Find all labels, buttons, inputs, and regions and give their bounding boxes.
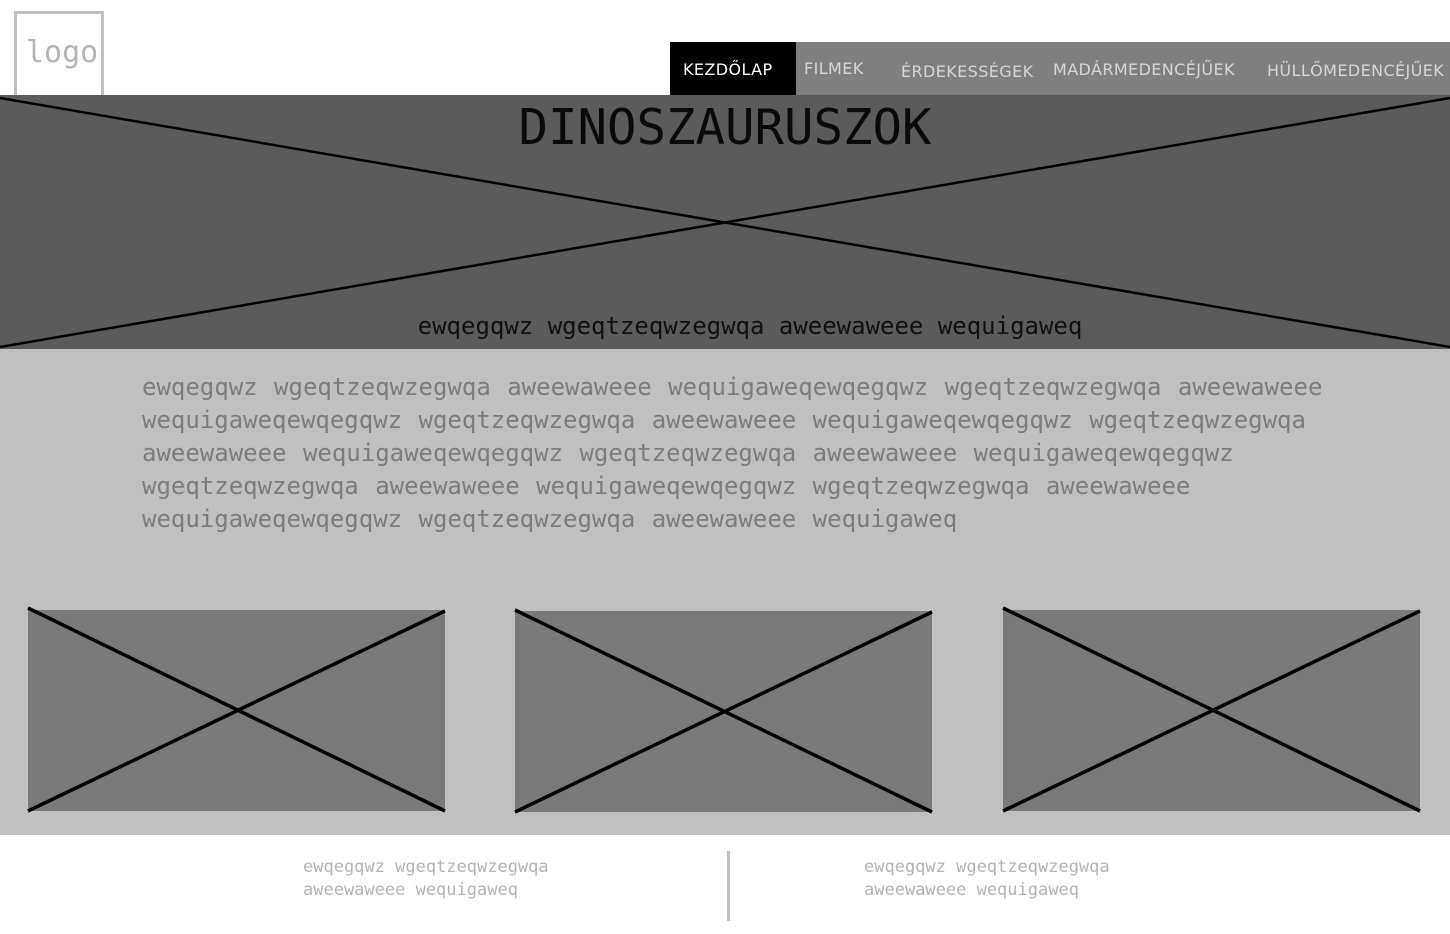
logo-text: logo: [26, 35, 99, 70]
nav-item-label: ÉRDEKESSÉGEK: [901, 62, 1034, 81]
placeholder-cross-icon: [1002, 606, 1421, 813]
image-placeholder-1: [27, 606, 446, 813]
main-nav: KEZDŐLAP FILMEK ÉRDEKESSÉGEK MADÁRMEDENC…: [670, 42, 1450, 95]
nav-item-erdekessegek[interactable]: ÉRDEKESSÉGEK: [892, 42, 1044, 95]
footer-text-right: ewqegqwz wgeqtzeqwzegwqa aweewaweee wequ…: [864, 857, 1110, 900]
placeholder-cross-icon: [27, 606, 446, 813]
nav-item-madarmedencejuek[interactable]: MADÁRMEDENCÉJŰEK: [1044, 42, 1249, 95]
logo[interactable]: logo: [14, 11, 104, 97]
main-content: ewqegqwz wgeqtzeqwzegwqa aweewaweee wequ…: [0, 349, 1450, 835]
footer-text-left: ewqegqwz wgeqtzeqwzegwqa aweewaweee wequ…: [303, 857, 549, 900]
page-title: DINOSZAURUSZOK: [518, 99, 932, 156]
nav-item-label: KEZDŐLAP: [683, 60, 773, 79]
image-placeholder-2: [514, 608, 933, 814]
nav-item-label: HÜLLŐMEDENCÉJŰEK: [1267, 61, 1445, 80]
image-placeholder-3: [1002, 606, 1421, 813]
nav-item-hullomedencejuek[interactable]: HÜLLŐMEDENCÉJŰEK: [1258, 42, 1450, 95]
main-paragraph: ewqegqwz wgeqtzeqwzegwqa aweewaweee wequ…: [142, 373, 1323, 533]
hero-subtitle: ewqegqwz wgeqtzeqwzegwqa aweewaweee wequ…: [417, 312, 1083, 340]
nav-item-label: FILMEK: [804, 59, 864, 78]
footer-divider: [727, 851, 730, 921]
nav-item-label: MADÁRMEDENCÉJŰEK: [1053, 60, 1235, 79]
nav-item-kezdolap[interactable]: KEZDŐLAP: [670, 42, 796, 95]
nav-item-filmek[interactable]: FILMEK: [796, 42, 892, 95]
placeholder-cross-icon: [514, 608, 933, 814]
